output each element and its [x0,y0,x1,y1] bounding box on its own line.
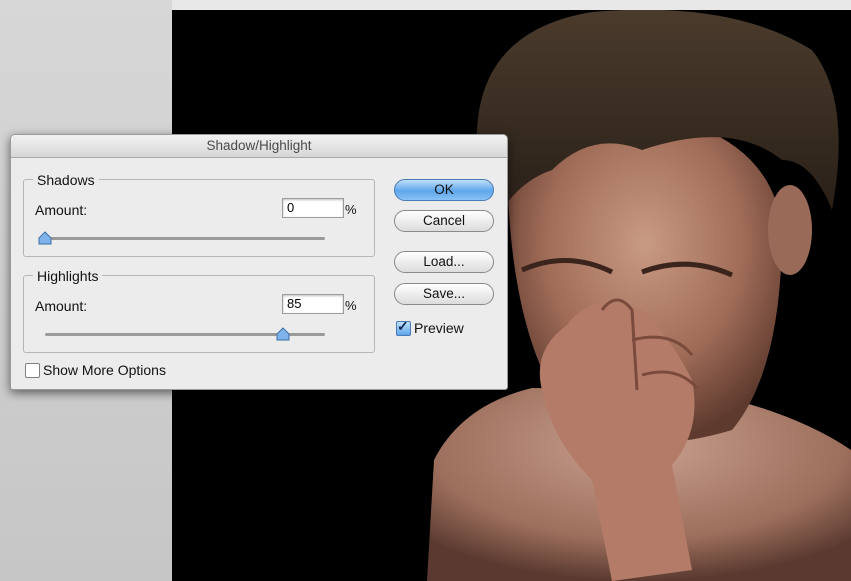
load-button[interactable]: Load... [394,251,494,273]
highlights-slider-thumb[interactable] [276,327,290,341]
highlights-percent-unit: % [345,298,357,313]
highlights-amount-input[interactable] [282,294,344,314]
shadow-highlight-dialog: Shadow/Highlight Shadows Amount: % Highl… [10,134,508,390]
highlights-group [23,275,375,353]
checkmark-icon: ✓ [397,318,409,334]
shadows-group-label: Shadows [33,172,99,188]
highlights-group-label: Highlights [33,268,103,284]
highlights-amount-label: Amount: [35,298,88,314]
save-button[interactable]: Save... [394,283,494,305]
shadows-amount-slider[interactable] [45,237,325,240]
dialog-title[interactable]: Shadow/Highlight [11,135,507,158]
preview-checkbox[interactable]: ✓ [396,318,411,336]
show-more-options-checkbox[interactable] [25,363,40,378]
show-more-options-label: Show More Options [43,362,166,378]
shadows-slider-thumb[interactable] [38,231,52,245]
cancel-button[interactable]: Cancel [394,210,494,232]
preview-label: Preview [414,320,464,336]
shadows-amount-input[interactable] [282,198,344,218]
shadows-percent-unit: % [345,202,357,217]
ok-button[interactable]: OK [394,179,494,201]
shadows-amount-label: Amount: [35,202,88,218]
shadows-group [23,179,375,257]
